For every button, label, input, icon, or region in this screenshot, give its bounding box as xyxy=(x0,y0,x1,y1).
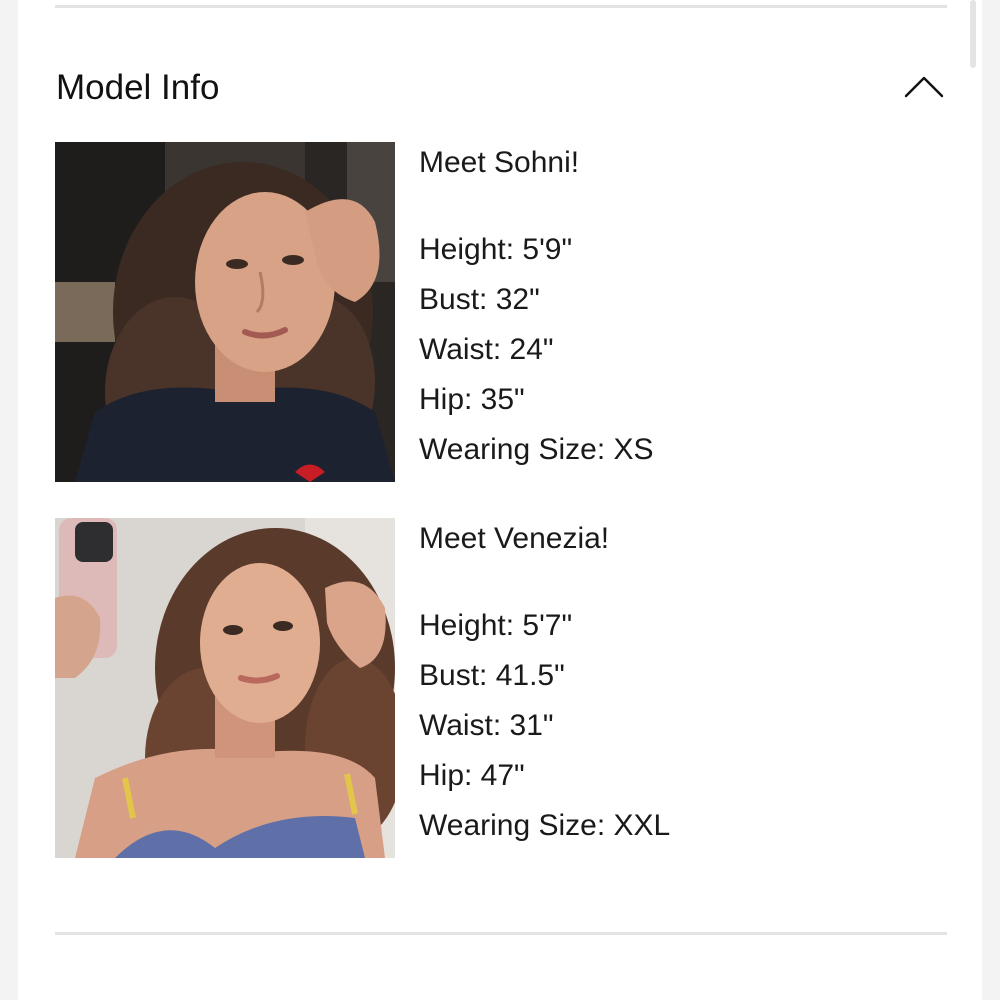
model-wearing-size: Wearing Size: XS xyxy=(419,433,654,466)
model-photo xyxy=(55,518,395,858)
model-bust: Bust: 41.5" xyxy=(419,659,565,692)
model-card: Meet Venezia! Height: 5'7" Bust: 41.5" W… xyxy=(55,518,947,858)
bottom-divider xyxy=(55,932,947,935)
section-title: Model Info xyxy=(56,68,220,107)
model-hip: Hip: 47" xyxy=(419,759,525,792)
model-greeting: Meet Sohni! xyxy=(419,146,580,179)
model-waist: Waist: 31" xyxy=(419,709,554,742)
model-height: Height: 5'9" xyxy=(419,233,573,266)
model-greeting: Meet Venezia! xyxy=(419,522,610,555)
model-bust: Bust: 32" xyxy=(419,283,540,316)
chevron-up-icon xyxy=(904,76,944,98)
model-height: Height: 5'7" xyxy=(419,609,573,642)
model-details: Meet Sohni! Height: 5'9" Bust: 32" Waist… xyxy=(419,142,939,475)
collapse-toggle-button[interactable] xyxy=(898,66,950,110)
model-card: Meet Sohni! Height: 5'9" Bust: 32" Waist… xyxy=(55,142,947,482)
model-waist: Waist: 24" xyxy=(419,333,554,366)
model-photo xyxy=(55,142,395,482)
model-hip: Hip: 35" xyxy=(419,383,525,416)
model-wearing-size: Wearing Size: XXL xyxy=(419,809,671,842)
top-divider xyxy=(55,5,947,8)
scrollbar-thumb[interactable] xyxy=(970,0,976,68)
model-details: Meet Venezia! Height: 5'7" Bust: 41.5" W… xyxy=(419,518,939,851)
